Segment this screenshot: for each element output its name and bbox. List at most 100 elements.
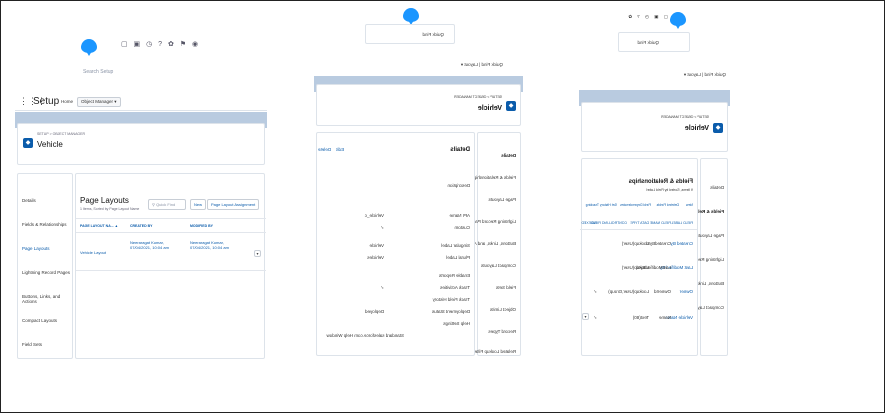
sidebar-item-details[interactable]: Details	[22, 198, 36, 203]
screenshot-frame: ▢ ▣ ◷ ? ✿ ⚑ ◉ Search Setup ⋮⋮⋮ Setup Hom…	[0, 0, 885, 413]
column-header-indexed[interactable]: INDEXED	[581, 221, 597, 225]
breadcrumb[interactable]: SETUP > OBJECT MANAGER	[454, 95, 502, 99]
header-tabs[interactable]: Quick Find | Layout ▾	[461, 62, 503, 68]
sidebar-item-details[interactable]: Details	[710, 185, 724, 190]
sidebar-item-page-layouts[interactable]: Page Layouts	[488, 197, 516, 202]
deleted-fields-button[interactable]: Deleted Fields	[657, 203, 679, 207]
column-header-created[interactable]: CREATED BY	[130, 224, 153, 228]
header-tabs[interactable]: Quick Find | Layout ▾	[684, 72, 726, 78]
sidebar-item-lightning-pages[interactable]: Lightning Record Pages	[468, 219, 516, 224]
sidebar-item-lightning-pages[interactable]: Lightning Record Pages	[22, 270, 70, 275]
object-header-card: ◆ SETUP > OBJECT MANAGER Vehicle	[581, 102, 728, 152]
divider	[76, 218, 266, 219]
chevron-down-icon[interactable]: ▾	[254, 250, 261, 257]
data-type: Lookup(User)	[621, 265, 649, 270]
indexed-check: ✓	[593, 315, 597, 320]
sidebar-item-record-types[interactable]: Record Types	[488, 329, 516, 334]
field-name: OwnerId	[653, 289, 671, 294]
nav-object-manager-label: Object Manager	[81, 99, 114, 104]
field-label: Track Activities	[440, 285, 470, 290]
salesforce-logo-icon	[670, 12, 686, 26]
field-label: Description	[447, 183, 470, 188]
field-label: Track Field History	[432, 297, 470, 302]
toolbar-new-button[interactable]: New	[686, 203, 693, 207]
page-layout-assignment-button[interactable]: Page Layout Assignment	[207, 199, 260, 210]
object-icon: ◆	[713, 123, 723, 133]
column-header-field-name[interactable]: FIELD NAME	[650, 221, 671, 225]
sidebar-item-buttons-links[interactable]: Buttons, Links, and Actions	[22, 294, 72, 304]
header-icons[interactable]: ▢ ▣ ◷ ? ✿ ⚑ ◉	[121, 40, 200, 48]
field-label-link[interactable]: Created By	[670, 241, 693, 246]
quick-find-placeholder: Quick Find	[156, 202, 176, 207]
nav-home-tab[interactable]: Home	[61, 99, 73, 104]
field-label-link[interactable]: Owner	[680, 289, 693, 294]
field-value: ✓	[380, 285, 384, 290]
modified-by-link[interactable]: Neeraragat Kumar, 07/04/2021, 10:04 am	[190, 240, 246, 250]
sidebar: Details Fields & Relationships Page Layo…	[462, 132, 521, 356]
column-header-name[interactable]: PAGE LAYOUT NA... ▲	[80, 224, 118, 228]
created-by-link[interactable]: Neeraragat Kumar, 07/04/2021, 10:04 am	[130, 240, 186, 250]
sidebar-item-related-lookup[interactable]: Related Lookup Filters	[471, 349, 516, 354]
quick-find-input[interactable]: ⚲ Quick Find	[148, 199, 186, 210]
field-value: Standard salesforce.com Help Window	[326, 333, 404, 338]
header-icons[interactable]: ▢ ▣ ◷ ? ✿	[626, 14, 668, 20]
field-label: Help Settings	[443, 321, 470, 326]
field-label: Enable Reports	[438, 273, 470, 278]
history-tracking-button[interactable]: Set History Tracking	[586, 203, 617, 207]
setup-title: Setup	[33, 96, 60, 107]
setup-navbar: ⋮⋮⋮ Setup Home Object Manager ▾	[15, 93, 267, 111]
fields-title: Fields & Relationships	[628, 179, 693, 185]
details-card: Details Edit Delete Description API Name…	[316, 132, 475, 356]
edit-button[interactable]: Edit	[336, 147, 344, 152]
chevron-down-icon[interactable]: ▾	[582, 313, 589, 320]
quick-find-box[interactable]: Quick Find	[365, 24, 455, 44]
object-name: Vehicle	[477, 105, 502, 112]
sidebar-item-page-layouts[interactable]: Page Layouts	[696, 233, 724, 238]
object-details-panel: Quick Find Quick Find | Layout ▾ ◆ SETUP…	[314, 6, 523, 356]
sidebar-item-compact-layouts[interactable]: Compact Layouts	[22, 318, 57, 323]
breadcrumb[interactable]: SETUP > OBJECT MANAGER	[37, 132, 85, 136]
object-header-card: ◆ SETUP > OBJECT MANAGER Vehicle	[17, 123, 265, 165]
field-name: Name	[658, 315, 671, 320]
sidebar-item-compact-layouts[interactable]: Compact Layouts	[481, 263, 516, 268]
page-layouts-card: Page Layouts 1 Items, Sorted by Page Lay…	[75, 173, 266, 359]
object-icon: ◆	[23, 138, 33, 148]
sidebar-item-fields[interactable]: Fields & Relationships	[471, 175, 516, 180]
field-value: Vehicle_c	[364, 213, 384, 218]
layout-name-link[interactable]: Vehicle Layout	[80, 250, 106, 255]
breadcrumb[interactable]: SETUP > OBJECT MANAGER	[661, 115, 709, 119]
fields-card: Fields & Relationships 9 Items, Sorted b…	[580, 158, 698, 356]
sidebar-item-details[interactable]: Details	[501, 153, 516, 158]
object-header-card: ◆ SETUP > OBJECT MANAGER Vehicle	[316, 84, 521, 126]
search-setup-input[interactable]: Search Setup	[83, 69, 113, 75]
divider	[580, 229, 697, 230]
field-label: Custom	[454, 225, 470, 230]
object-icon: ◆	[506, 101, 516, 111]
object-name: Vehicle	[684, 125, 709, 132]
sidebar-item-page-layouts[interactable]: Page Layouts	[22, 246, 50, 251]
field-label: Deployment Status	[431, 309, 470, 314]
fields-relationships-panel: ▢ ▣ ◷ ? ✿ Quick Find Quick Find | Layout…	[579, 6, 730, 356]
delete-button[interactable]: Delete	[318, 147, 331, 152]
new-button[interactable]: New	[190, 199, 207, 210]
field-dependencies-button[interactable]: Field Dependencies	[620, 203, 651, 207]
salesforce-logo-icon	[403, 8, 419, 22]
field-label: API Name	[449, 213, 470, 218]
sidebar-item-object-limits[interactable]: Object Limits	[490, 307, 516, 312]
quick-find-box[interactable]: Quick Find	[618, 32, 690, 52]
sidebar: Details Fields & Relationships Page Layo…	[670, 158, 728, 356]
page-layouts-title: Page Layouts	[80, 196, 129, 205]
field-name: CreatedById	[645, 241, 671, 246]
sidebar-item-field-sets[interactable]: Field Sets	[496, 285, 516, 290]
column-header-data-type[interactable]: DATA TYPE	[630, 221, 649, 225]
page-layouts-subtitle: 1 Items, Sorted by Page Layout Name	[80, 207, 140, 211]
sidebar-item-fields[interactable]: Fields & Relationships	[22, 222, 67, 227]
field-value: ✓	[380, 225, 384, 230]
column-header-field-label[interactable]: FIELD LABEL	[671, 221, 693, 225]
divider	[76, 270, 266, 271]
sidebar-item-field-sets[interactable]: Field Sets	[22, 342, 42, 347]
setup-page-layouts-panel: ▢ ▣ ◷ ? ✿ ⚑ ◉ Search Setup ⋮⋮⋮ Setup Hom…	[15, 29, 267, 359]
nav-object-manager-tab[interactable]: Object Manager ▾	[77, 97, 121, 107]
column-header-modified[interactable]: MODIFIED BY	[190, 224, 213, 228]
data-type: Lookup(User)	[621, 241, 649, 246]
